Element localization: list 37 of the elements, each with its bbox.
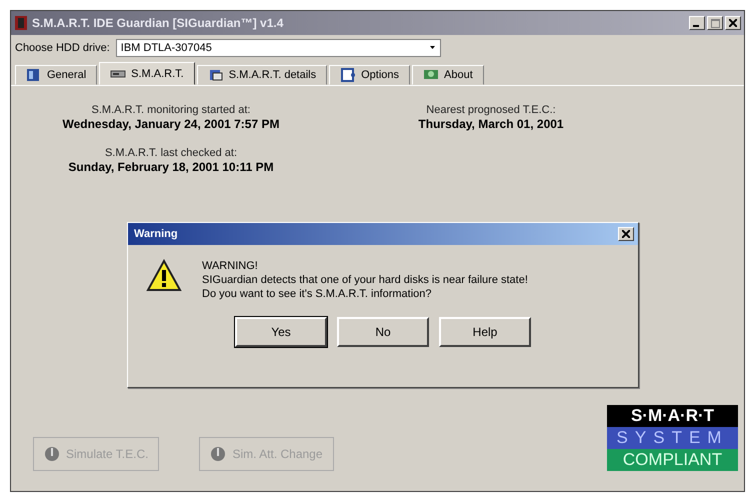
warning-message: Do you want to see it's S.M.A.R.T. information? (202, 287, 433, 301)
dialog-button[interactable]: Yes (235, 317, 327, 347)
dialog-button[interactable]: Help (439, 317, 531, 347)
info-label: S.M.A.R.T. last checked at: (104, 147, 238, 159)
warning-heading: WARNING! (202, 259, 259, 273)
tab[interactable]: S.M.A.R.T. details (196, 65, 328, 85)
app-icon (14, 15, 28, 31)
close-icon (622, 230, 630, 238)
info-label: Nearest prognosed T.E.C.: (426, 104, 556, 116)
info-value: Sunday, February 18, 2001 10:11 PM (68, 160, 274, 174)
logo-text: COMPLIANT (607, 449, 738, 471)
warning-message: SIGuardian detects that one of your hard disks is near failure state! (202, 273, 528, 287)
dialog-button[interactable]: No (337, 317, 429, 347)
maximize-button[interactable] (707, 16, 723, 30)
tab[interactable]: S.M.A.R.T. (99, 62, 195, 85)
info-label: S.M.A.R.T. monitoring started at: (92, 104, 250, 116)
maximize-icon (710, 18, 720, 28)
minimize-button[interactable] (689, 16, 705, 30)
close-button[interactable] (618, 227, 634, 241)
warning-icon (146, 259, 182, 293)
tab[interactable]: About (412, 65, 484, 85)
power-icon (210, 446, 226, 462)
tab[interactable]: Options (329, 65, 410, 85)
logo-text: S·M·A·R·T (607, 405, 738, 427)
window-title: S.M.A.R.T. IDE Guardian [SIGuardian™] v1.4 (32, 16, 284, 30)
info-value: Thursday, March 01, 2001 (418, 117, 564, 131)
close-button[interactable] (725, 16, 741, 30)
tab[interactable]: General (15, 65, 98, 85)
power-icon (44, 446, 60, 462)
windows-icon (208, 67, 224, 83)
dialog-title: Warning (134, 228, 179, 240)
drive-dropdown[interactable]: IBM DTLA-307045 (116, 39, 441, 57)
info-value: Wednesday, January 24, 2001 7:57 PM (62, 117, 280, 131)
window-icon (26, 67, 42, 83)
logo-text: SYSTEM (607, 427, 738, 449)
drive-label: Choose HDD drive: (15, 42, 110, 54)
close-icon (729, 19, 737, 27)
